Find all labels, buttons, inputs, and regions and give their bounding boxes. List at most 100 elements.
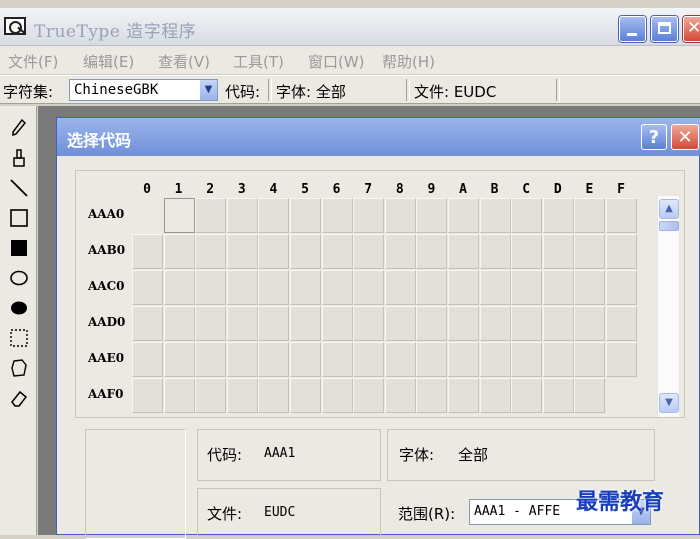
code-cell[interactable] [163,270,195,305]
code-cell[interactable] [511,306,543,341]
menu-view[interactable]: 查看(V) [158,51,210,72]
code-cell[interactable] [132,306,163,341]
code-cell[interactable] [258,234,290,269]
code-cell[interactable] [606,198,637,233]
code-cell[interactable] [226,306,258,341]
scroll-up-icon[interactable]: ▲ [659,199,679,219]
code-cell[interactable] [542,342,574,377]
code-cell[interactable] [384,270,416,305]
code-cell[interactable] [290,198,321,233]
code-cell[interactable] [448,342,479,377]
code-cell[interactable] [384,378,416,413]
code-cell[interactable] [195,342,227,377]
code-cell[interactable] [195,270,227,305]
dialog-title-bar[interactable]: 选择代码 ? ✕ [57,118,700,156]
pencil-icon[interactable] [5,114,32,141]
code-cell[interactable] [132,342,163,377]
code-cell[interactable] [195,378,227,413]
code-cell[interactable] [479,270,511,305]
code-cell[interactable] [321,270,353,305]
scroll-down-icon[interactable]: ▼ [659,393,679,413]
code-cell[interactable] [195,306,227,341]
code-cell[interactable] [511,270,543,305]
help-button[interactable]: ? [641,124,667,150]
code-cell[interactable] [542,306,574,341]
code-cell[interactable] [574,342,606,377]
grid-scrollbar[interactable]: ▲ ▼ [657,196,679,417]
code-cell[interactable] [132,234,163,269]
code-cell[interactable] [511,234,543,269]
code-cell[interactable] [542,270,574,305]
code-cell[interactable] [542,198,574,233]
code-cell[interactable] [353,234,385,269]
code-cell[interactable] [321,378,353,413]
code-cell[interactable] [574,270,606,305]
code-cell[interactable] [416,342,448,377]
minimize-button[interactable] [619,16,646,42]
code-cell[interactable] [384,342,416,377]
code-cell[interactable] [321,234,353,269]
chevron-down-icon[interactable]: ▼ [200,80,217,100]
code-cell[interactable] [416,378,448,413]
code-cell[interactable] [416,198,448,233]
code-cell[interactable] [416,234,448,269]
code-cell[interactable] [226,234,258,269]
code-cell[interactable] [574,378,606,413]
code-cell[interactable] [258,306,290,341]
code-cell[interactable] [226,342,258,377]
code-cell[interactable] [195,198,227,233]
code-cell[interactable] [195,234,227,269]
selected-code-cell[interactable] [163,198,195,233]
code-cell[interactable] [511,198,543,233]
code-cell[interactable] [321,306,353,341]
code-cell[interactable] [353,198,385,233]
code-cell[interactable] [606,306,637,341]
code-cell[interactable] [542,234,574,269]
code-cell[interactable] [132,270,163,305]
code-cell[interactable] [606,342,637,377]
code-cell[interactable] [290,234,321,269]
code-cell[interactable] [226,378,258,413]
code-cell[interactable] [479,234,511,269]
code-cell[interactable] [416,306,448,341]
menu-window[interactable]: 窗口(W) [308,51,365,72]
code-cell[interactable] [258,378,290,413]
code-cell[interactable] [448,306,479,341]
brush-icon[interactable] [5,144,32,171]
code-cell[interactable] [448,378,479,413]
code-cell[interactable] [353,342,385,377]
filled-ellipse-icon[interactable] [5,294,32,321]
maximize-button[interactable] [651,16,678,42]
code-cell[interactable] [321,198,353,233]
eraser-icon[interactable] [5,384,32,411]
menu-file[interactable]: 文件(F) [8,51,58,72]
menu-tools[interactable]: 工具(T) [233,51,284,72]
code-cell[interactable] [258,342,290,377]
code-cell[interactable] [479,198,511,233]
code-cell[interactable] [479,306,511,341]
code-cell[interactable] [353,378,385,413]
code-cell[interactable] [479,342,511,377]
code-cell[interactable] [258,270,290,305]
freeform-select-icon[interactable] [5,354,32,381]
hollow-rectangle-icon[interactable] [5,204,32,231]
filled-rectangle-icon[interactable] [5,234,32,261]
scrollbar-thumb[interactable] [659,221,679,231]
code-cell[interactable] [384,198,416,233]
dialog-close-button[interactable]: ✕ [671,124,699,150]
code-cell[interactable] [163,342,195,377]
code-cell[interactable] [384,234,416,269]
code-cell[interactable] [606,270,637,305]
menu-edit[interactable]: 编辑(E) [83,51,134,72]
code-cell[interactable] [290,306,321,341]
code-cell[interactable] [574,198,606,233]
close-button[interactable]: ✕ [683,16,700,42]
code-cell[interactable] [511,378,543,413]
code-cell[interactable] [163,378,195,413]
code-cell[interactable] [353,270,385,305]
charset-select[interactable]: ChineseGBK ▼ [69,79,218,101]
code-cell[interactable] [132,378,163,413]
code-cell[interactable] [226,270,258,305]
code-cell[interactable] [416,270,448,305]
code-cell[interactable] [163,306,195,341]
